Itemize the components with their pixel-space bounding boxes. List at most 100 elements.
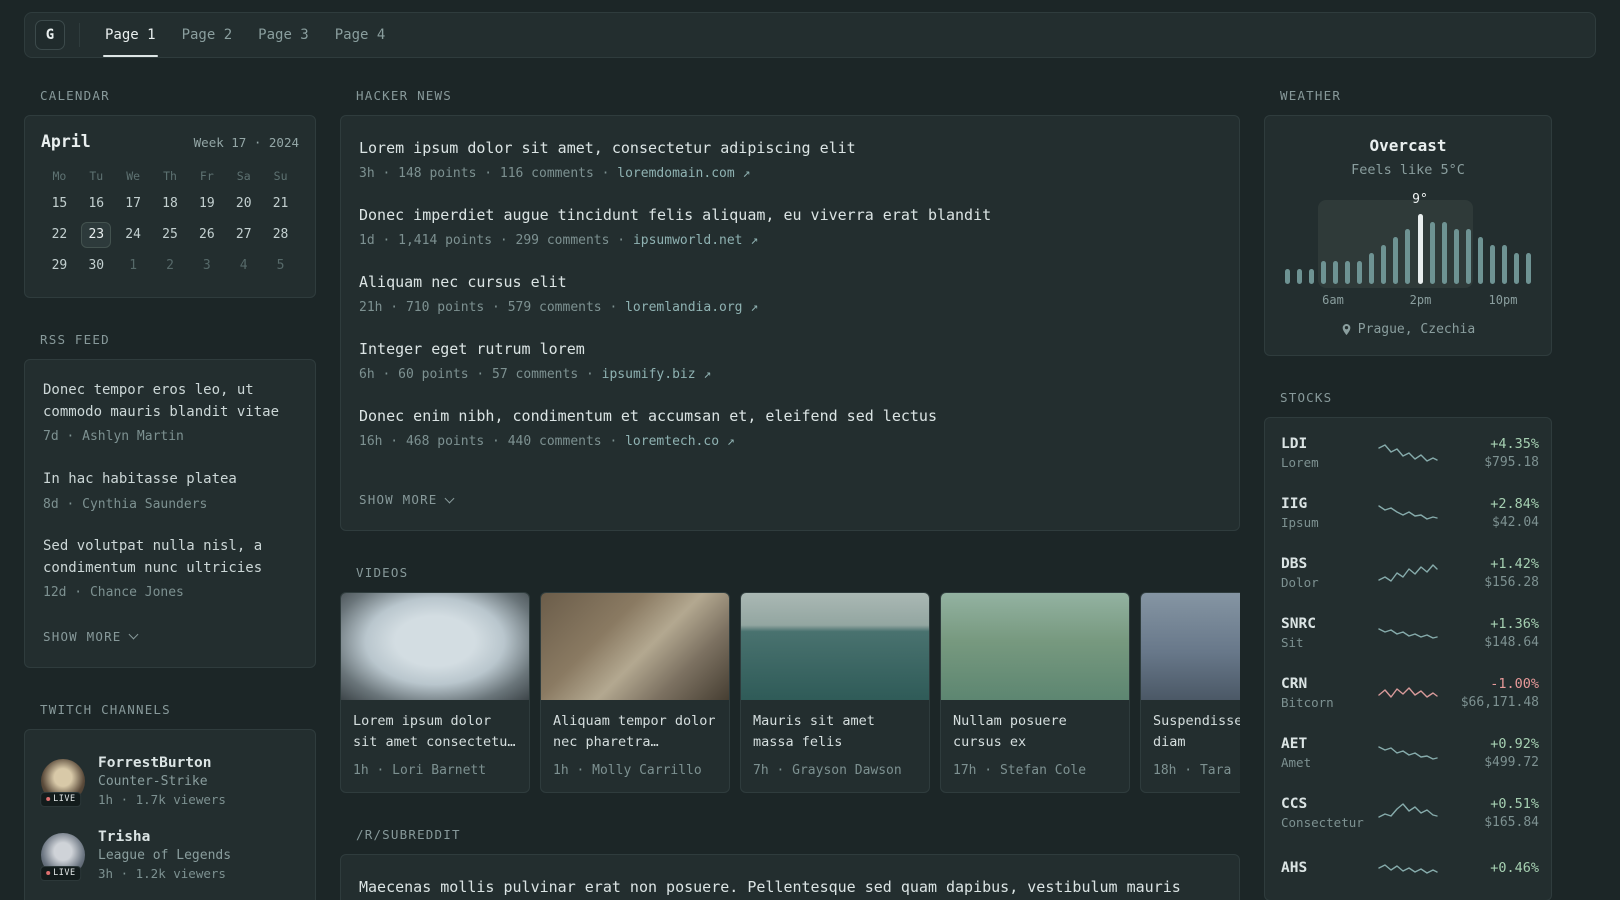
- subreddit-section-title: /R/SUBREDDIT: [356, 827, 461, 842]
- weather-bar: [1285, 268, 1290, 284]
- tab-page-2[interactable]: Page 2: [169, 13, 246, 57]
- stock-ticker: DBS: [1281, 556, 1308, 572]
- reddit-post: Maecenas mollis pulvinar erat non posuer…: [359, 876, 1221, 900]
- weather-bar: [1489, 244, 1495, 284]
- show-more-label: SHOW MORE: [359, 492, 438, 507]
- stock-sparkline: [1373, 560, 1443, 586]
- weather-bar: [1357, 260, 1363, 284]
- dow-label: Fr: [199, 169, 214, 183]
- video-thumbnail[interactable]: [941, 593, 1129, 700]
- hn-item-domain-link[interactable]: ipsumworld.net ↗: [633, 233, 758, 248]
- channel-avatar: LIVE: [40, 832, 85, 881]
- stock-row[interactable]: AET Amet +0.92% $499.72: [1281, 723, 1539, 783]
- video-meta: 18h · Tara: [1153, 763, 1232, 778]
- hn-item: Lorem ipsum dolor sit amet, consectetur …: [359, 137, 1221, 183]
- video-title[interactable]: Aliquam tempor dolor nec pharetra…: [553, 711, 717, 753]
- hn-item-domain-link[interactable]: loremtech.co ↗: [625, 434, 735, 449]
- calendar-day: 16: [88, 196, 105, 211]
- video-thumbnail[interactable]: [741, 593, 929, 700]
- subreddit-widget: /R/SUBREDDIT Maecenas mollis pulvinar er…: [340, 827, 1240, 900]
- stock-price: $66,171.48: [1460, 695, 1539, 710]
- tab-page-3[interactable]: Page 3: [245, 13, 322, 57]
- rss-show-more-button[interactable]: SHOW MORE: [43, 629, 138, 644]
- channel-name[interactable]: Trisha: [98, 829, 231, 845]
- twitch-channel-row[interactable]: KendallCarr: [41, 892, 299, 900]
- weather-bar: [1333, 260, 1339, 284]
- video-title[interactable]: Suspendisse diam: [1153, 711, 1240, 753]
- weather-bar: [1441, 221, 1447, 284]
- calendar-day: 22: [51, 227, 68, 242]
- twitch-section-title: TWITCH CHANNELS: [40, 701, 171, 717]
- calendar-day-next-month: 4: [239, 258, 248, 273]
- channel-name[interactable]: ForrestBurton: [98, 755, 226, 771]
- stock-ticker: LDI: [1281, 436, 1308, 452]
- video-title[interactable]: Lorem ipsum dolor sit amet consectetu…: [353, 711, 517, 753]
- stock-row[interactable]: SNRC Sit +1.36% $148.64: [1281, 603, 1539, 663]
- reddit-post-title[interactable]: Maecenas mollis pulvinar erat non posuer…: [359, 876, 1221, 900]
- stock-change: +1.42%: [1490, 556, 1539, 572]
- current-temp-label: 9°: [1412, 192, 1428, 207]
- hn-show-more-button[interactable]: SHOW MORE: [359, 492, 454, 507]
- calendar-day: 20: [235, 196, 252, 211]
- video-title[interactable]: Mauris sit amet massa felis: [753, 711, 917, 753]
- calendar-day-headers: Mo Tu We Th Fr Sa Su: [41, 169, 299, 183]
- stock-change: +0.51%: [1490, 796, 1539, 812]
- stock-row[interactable]: AHS +0.46%: [1281, 843, 1539, 895]
- twitch-channel-row[interactable]: LIVE ForrestBurton Counter-Strike 1h · 1…: [40, 744, 299, 818]
- stock-row[interactable]: IIG Ipsum +2.84% $42.04: [1281, 483, 1539, 543]
- stock-price: $156.28: [1484, 575, 1539, 590]
- hn-item-domain-link[interactable]: loremlandia.org ↗: [625, 300, 758, 315]
- stock-sparkline: [1373, 500, 1443, 526]
- hn-item-title[interactable]: Lorem ipsum dolor sit amet, consectetur …: [359, 137, 1221, 160]
- calendar-day: 27: [235, 227, 252, 242]
- stock-ticker: CCS: [1281, 796, 1308, 812]
- time-label: 10pm: [1488, 293, 1518, 307]
- right-column: WEATHER Overcast Feels like 5°C 9° 6am 2…: [1264, 88, 1552, 900]
- stock-name: Consectetur: [1281, 815, 1364, 830]
- calendar-widget: CALENDAR April Week 17 · 2024 Mo Tu We T…: [24, 88, 316, 298]
- stock-row[interactable]: DBS Dolor +1.42% $156.28: [1281, 543, 1539, 603]
- hn-item-title[interactable]: Donec enim nibh, condimentum et accumsan…: [359, 405, 1221, 428]
- app-logo[interactable]: G: [35, 20, 65, 50]
- weather-bar: [1465, 229, 1471, 284]
- video-thumbnail[interactable]: [541, 593, 729, 700]
- tab-page-1[interactable]: Page 1: [92, 13, 169, 57]
- video-thumbnail[interactable]: [341, 593, 529, 700]
- weather-bar: [1321, 260, 1327, 284]
- calendar-week-year: Week 17 · 2024: [193, 135, 299, 150]
- stock-row[interactable]: CRN Bitcorn -1.00% $66,171.48: [1281, 663, 1539, 723]
- calendar-day: 25: [162, 227, 178, 242]
- channel-meta: 1h · 1.7k viewers: [98, 791, 226, 807]
- weather-bar: [1501, 244, 1507, 284]
- hn-item-title[interactable]: Integer eget rutrum lorem: [359, 338, 1221, 361]
- hn-item-domain-link[interactable]: loremdomain.com ↗: [617, 166, 750, 181]
- stock-sparkline: [1373, 740, 1443, 766]
- stock-name: Lorem: [1281, 455, 1319, 470]
- stock-row[interactable]: CCS Consectetur +0.51% $165.84: [1281, 783, 1539, 843]
- video-title[interactable]: Nullam posuere cursus ex: [953, 711, 1117, 753]
- rss-widget: RSS FEED Donec tempor eros leo, ut commo…: [24, 332, 316, 668]
- stock-change: +0.92%: [1490, 736, 1539, 752]
- stock-row[interactable]: LDI Lorem +4.35% $795.18: [1281, 423, 1539, 483]
- rss-item-title[interactable]: In hac habitasse platea: [43, 469, 297, 491]
- hn-item-meta: 1d · 1,414 points · 299 comments ·: [359, 232, 626, 248]
- stock-price: $165.84: [1484, 815, 1539, 830]
- twitch-channel-row[interactable]: LIVE Trisha League of Legends 3h · 1.2k …: [40, 818, 299, 892]
- location-pin-icon: [1342, 324, 1351, 335]
- rss-item-title[interactable]: Sed volutpat nulla nisl, a condimentum n…: [43, 536, 297, 579]
- weather-bar: [1297, 268, 1303, 284]
- hn-item-title[interactable]: Aliquam nec cursus elit: [359, 271, 1221, 294]
- hn-item-title[interactable]: Donec imperdiet augue tincidunt felis al…: [359, 204, 1221, 227]
- video-thumbnail[interactable]: [1141, 593, 1240, 700]
- weather-bar: [1417, 214, 1423, 284]
- hn-item-domain-link[interactable]: ipsumify.biz ↗: [602, 367, 712, 382]
- tab-page-4[interactable]: Page 4: [322, 13, 399, 57]
- stock-price: $499.72: [1484, 755, 1539, 770]
- stocks-section-title: STOCKS: [1280, 390, 1333, 405]
- hn-item: Donec imperdiet augue tincidunt felis al…: [359, 204, 1221, 250]
- calendar-day: 30: [88, 258, 105, 273]
- stock-ticker: AET: [1281, 736, 1308, 752]
- dow-label: Th: [163, 169, 177, 183]
- channel-game: Counter-Strike: [98, 773, 208, 789]
- rss-item-title[interactable]: Donec tempor eros leo, ut commodo mauris…: [43, 380, 297, 423]
